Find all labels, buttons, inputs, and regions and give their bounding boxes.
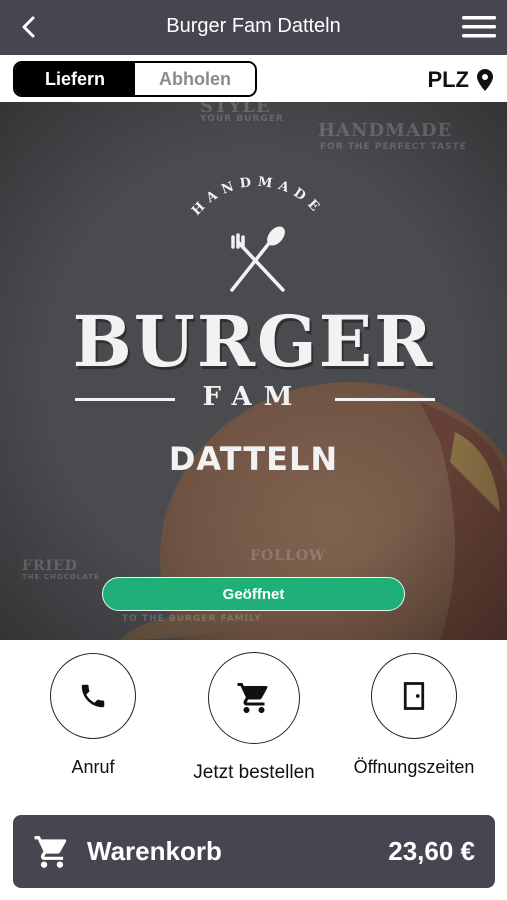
call-label: Anruf <box>71 757 115 777</box>
order-label: Jetzt bestellen <box>193 762 315 783</box>
mode-bar: Liefern Abholen PLZ <box>0 55 507 102</box>
logo-name: BURGER <box>72 300 435 383</box>
logo-arc-text: HANDMADE <box>189 175 326 219</box>
opening-hours-button[interactable] <box>371 653 457 739</box>
hamburger-menu-icon <box>462 16 496 38</box>
bg-text-fried-sub: THE CHOCOLATE <box>22 573 100 581</box>
top-bar: Burger Fam Datteln <box>0 0 507 55</box>
plz-label: PLZ <box>427 67 469 92</box>
tab-liefern[interactable]: Liefern <box>15 63 135 95</box>
call-action[interactable]: Anruf <box>43 653 143 778</box>
cart-bar[interactable]: Warenkorb 23,60 € <box>13 815 495 888</box>
bg-text-family: TO THE BURGER FAMILY <box>122 614 262 624</box>
tab-abholen[interactable]: Abholen <box>135 63 255 95</box>
svg-text:HANDMADE: HANDMADE <box>189 175 326 219</box>
shopping-cart-icon <box>237 683 268 713</box>
bg-text-follow: FOLLOW <box>250 548 326 564</box>
delivery-mode-toggle: Liefern Abholen <box>13 61 257 97</box>
shopping-cart-icon <box>34 836 67 868</box>
cart-total: 23,60 € <box>388 836 475 866</box>
plz-button[interactable]: PLZ <box>427 67 493 93</box>
opening-hours-label: Öffnungszeiten <box>353 757 475 777</box>
bg-text-fried: FRIED <box>22 558 78 574</box>
opening-hours-action[interactable]: Öffnungszeiten <box>349 653 479 778</box>
location-pin-icon <box>477 69 493 91</box>
logo-line-right <box>335 398 435 401</box>
hero-banner: STYLE YOUR BURGER HANDMADE FOR THE PERFE… <box>0 102 507 640</box>
page-title: Burger Fam Datteln <box>166 15 341 37</box>
door-icon <box>403 682 425 710</box>
logo-sub: FAM <box>202 382 305 412</box>
status-badge: Geöffnet <box>102 577 405 611</box>
logo-arc-label: HANDMADE <box>189 175 320 219</box>
order-action[interactable]: Jetzt bestellen <box>174 652 334 784</box>
menu-button[interactable] <box>461 12 497 42</box>
phone-icon <box>81 684 105 708</box>
call-button[interactable] <box>50 653 136 739</box>
logo-city: DATTELN <box>168 440 339 478</box>
action-row: Anruf Jetzt bestellen Öffnungszeiten <box>0 640 507 800</box>
order-button[interactable] <box>208 652 300 744</box>
cart-label: Warenkorb <box>87 836 222 866</box>
